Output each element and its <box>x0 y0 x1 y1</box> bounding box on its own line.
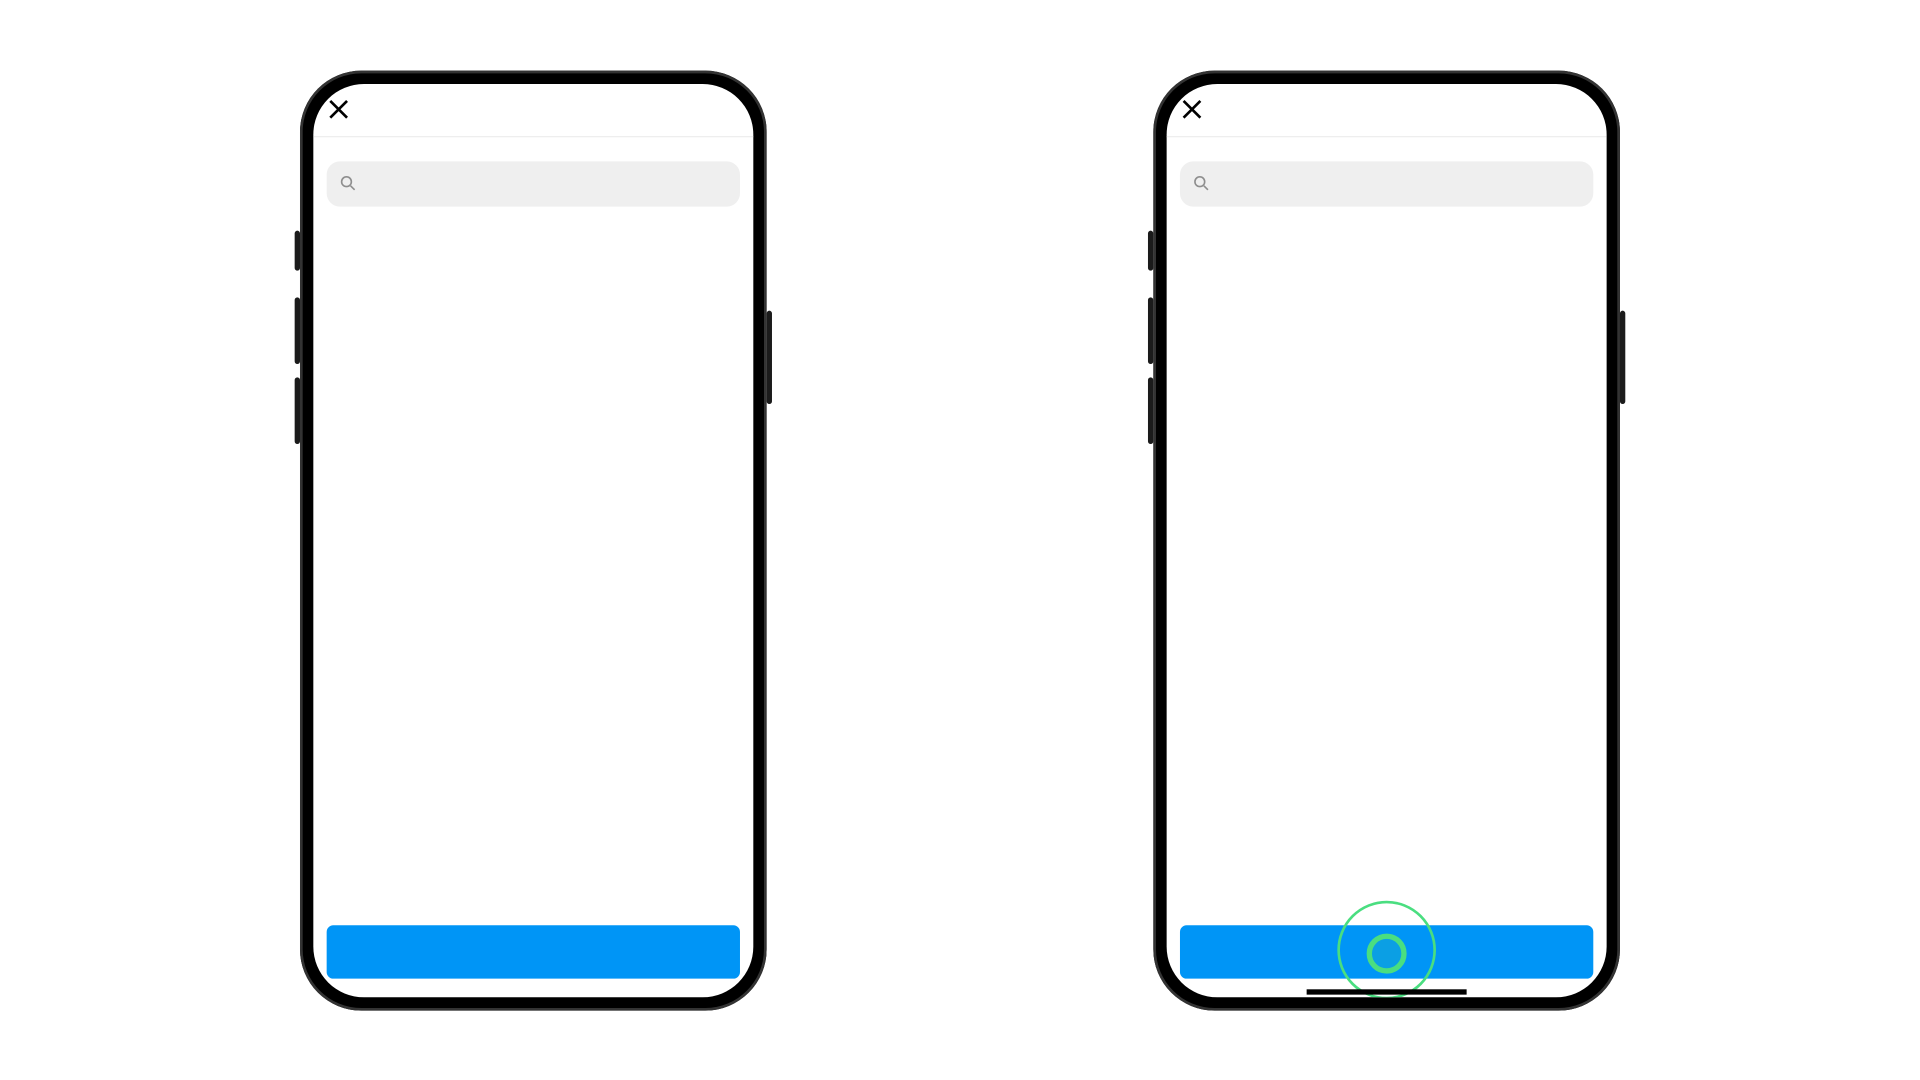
close-button[interactable] <box>1175 92 1210 127</box>
phone-volume-up <box>1148 297 1153 364</box>
search-input[interactable] <box>1218 173 1580 194</box>
search-icon <box>340 175 356 192</box>
close-button[interactable] <box>321 92 356 127</box>
phone-volume-down <box>295 377 300 444</box>
search-input[interactable] <box>364 173 726 194</box>
done-button[interactable] <box>327 925 740 978</box>
close-icon <box>327 97 351 121</box>
phone-mute-switch <box>295 230 300 270</box>
search-icon <box>1193 175 1209 192</box>
suggested-list <box>1167 233 1607 914</box>
search-input-container[interactable] <box>327 161 740 206</box>
phone-volume-down <box>1148 377 1153 444</box>
suggested-list <box>313 233 753 914</box>
info-text <box>313 137 753 161</box>
phone-volume-up <box>295 297 300 364</box>
screen-right <box>1167 83 1607 996</box>
screen-left <box>313 83 753 996</box>
done-button[interactable] <box>1180 925 1593 978</box>
phone-frame-right <box>1153 70 1620 1010</box>
header <box>313 83 753 136</box>
info-text <box>1167 137 1607 161</box>
suggested-header <box>1167 217 1607 233</box>
phone-power-button <box>767 310 772 403</box>
phone-power-button <box>1620 310 1625 403</box>
phone-mute-switch <box>1148 230 1153 270</box>
phone-frame-left <box>300 70 767 1010</box>
home-indicator[interactable] <box>1307 989 1467 994</box>
close-icon <box>1180 97 1204 121</box>
search-input-container[interactable] <box>1180 161 1593 206</box>
header <box>1167 83 1607 136</box>
suggested-header <box>313 217 753 233</box>
